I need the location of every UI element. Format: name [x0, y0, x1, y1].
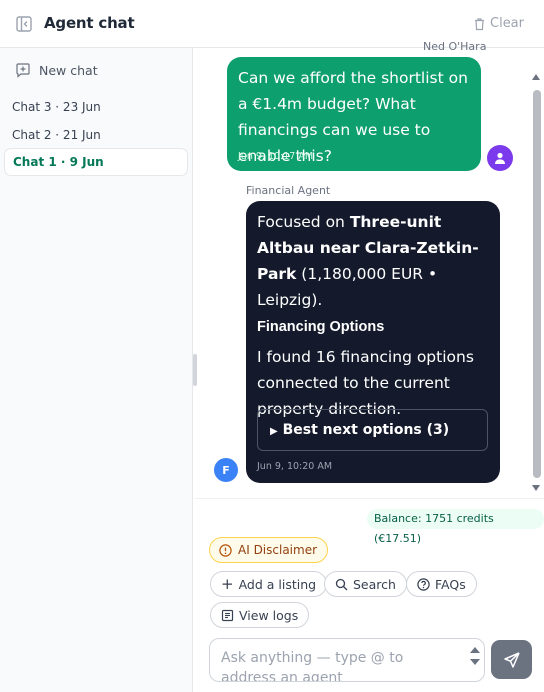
search-icon — [335, 578, 348, 590]
clear-button[interactable]: Clear — [473, 16, 524, 31]
faqs-button[interactable]: FAQs — [406, 571, 477, 597]
new-chat-button[interactable]: New chat — [15, 62, 98, 78]
new-chat-icon — [16, 63, 30, 78]
add-listing-label: Add a listing — [238, 576, 317, 592]
chat-sidebar: New chat Chat 3 · 23 Jun Chat 2 · 21 Jun… — [0, 48, 193, 692]
user-icon — [495, 152, 505, 164]
trash-icon — [475, 17, 484, 30]
agent-sender-name: Financial Agent — [246, 184, 331, 197]
chat-item-3[interactable]: Chat 3 · 23 Jun — [4, 93, 188, 121]
send-icon — [503, 651, 520, 668]
best-options-label: Best next options (3) — [282, 422, 450, 438]
page-title: Agent chat — [44, 14, 135, 32]
view-logs-button[interactable]: View logs — [210, 602, 310, 628]
user-message-bubble: Can we afford the shortlist on a €1.4m b… — [227, 57, 481, 171]
best-options-toggle[interactable]: ▶ Best next options (3) — [257, 409, 488, 451]
sidebar-resize-handle[interactable] — [193, 354, 197, 386]
disclosure-triangle-icon: ▶ — [270, 426, 278, 437]
add-listing-button[interactable]: + Add a listing — [210, 571, 328, 597]
agent-intro: Focused on Three-unit Altbau near Clara-… — [257, 209, 489, 313]
section-title: Financing Options — [257, 319, 385, 335]
view-logs-label: View logs — [239, 607, 299, 623]
message-input[interactable] — [210, 639, 484, 681]
ai-disclaimer-label: AI Disclaimer — [238, 543, 318, 557]
composer-scroll-down-arrow[interactable] — [470, 659, 480, 665]
search-label: Search — [353, 576, 396, 592]
scroll-down-arrow[interactable] — [532, 485, 540, 491]
chat-item-1-active[interactable]: Chat 1 · 9 Jun — [4, 148, 188, 176]
search-button[interactable]: Search — [324, 571, 407, 597]
composer-scroll-up-arrow[interactable] — [470, 647, 480, 653]
scrollbar-thumb[interactable] — [533, 90, 541, 478]
agent-message-time: Jun 9, 10:20 AM — [257, 461, 333, 472]
user-message-time: Jun 9, 10:17 AM — [238, 151, 314, 162]
clear-label: Clear — [490, 16, 524, 31]
help-circle-icon — [417, 577, 430, 591]
agent-avatar: F — [214, 458, 238, 482]
message-composer — [209, 638, 485, 682]
collapse-sidebar-icon[interactable] — [15, 15, 33, 33]
logs-icon — [221, 609, 234, 621]
plus-icon: + — [221, 574, 234, 593]
info-icon — [219, 543, 232, 557]
user-sender-name: Ned O'Hara — [423, 40, 487, 50]
chat-item-2[interactable]: Chat 2 · 21 Jun — [4, 121, 188, 149]
intro-prefix: Focused on — [257, 213, 350, 231]
ai-disclaimer-button[interactable]: AI Disclaimer — [209, 537, 329, 563]
scroll-up-arrow[interactable] — [532, 74, 540, 80]
balance-badge: Balance: 1751 credits (€17.51) — [367, 509, 544, 545]
send-button[interactable] — [491, 640, 532, 679]
new-chat-label: New chat — [39, 62, 98, 78]
faqs-label: FAQs — [435, 576, 466, 592]
agent-message-bubble: Focused on Three-unit Altbau near Clara-… — [246, 201, 500, 483]
user-avatar — [487, 145, 513, 171]
